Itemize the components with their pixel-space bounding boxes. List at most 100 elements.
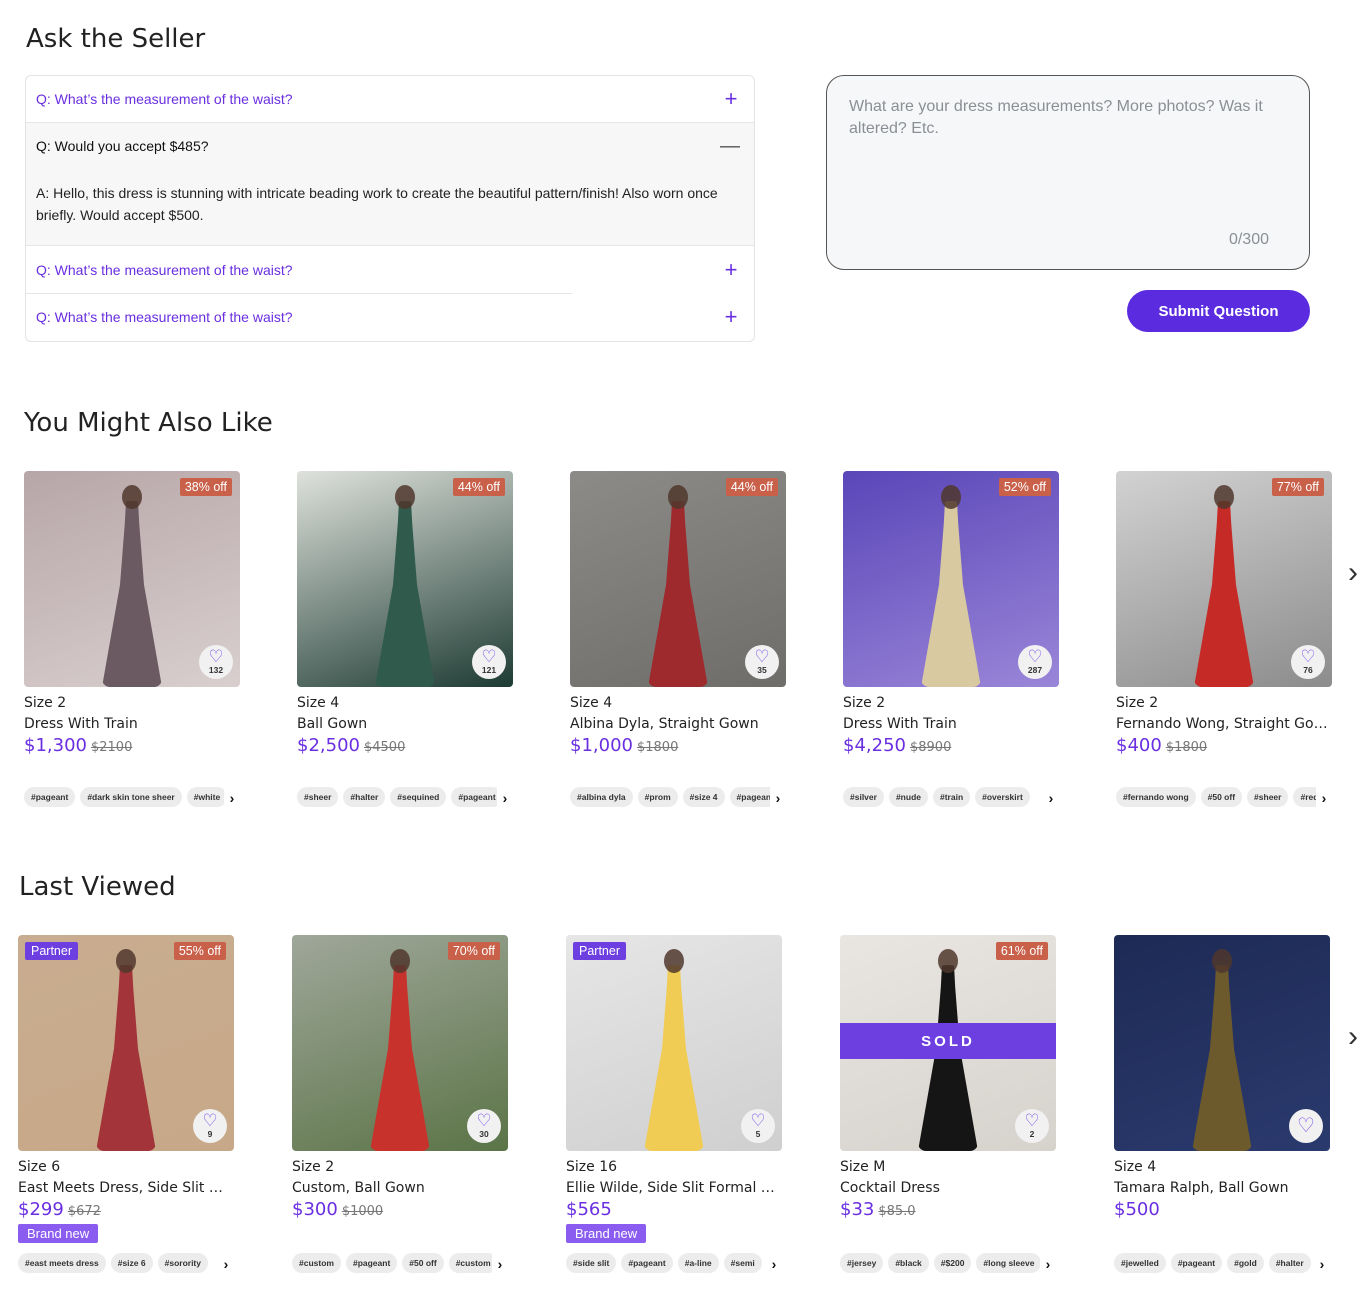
- product-image[interactable]: ♡: [1114, 935, 1330, 1151]
- product-image[interactable]: 77% off ♡ 76: [1116, 471, 1332, 687]
- chevron-right-icon[interactable]: ›: [218, 1253, 234, 1275]
- chevron-right-icon[interactable]: ›: [224, 787, 240, 809]
- tag-chip[interactable]: #jewelled: [1114, 1253, 1166, 1273]
- tag-chip[interactable]: #dark skin tone sheer: [80, 787, 182, 807]
- tag-chip[interactable]: #jersey: [840, 1253, 884, 1273]
- product-name[interactable]: Fernando Wong, Straight Go…: [1116, 716, 1328, 732]
- chevron-right-icon[interactable]: ›: [497, 787, 513, 809]
- chevron-right-icon[interactable]: ›: [1040, 1253, 1056, 1275]
- tag-chip[interactable]: #$200: [933, 1253, 972, 1273]
- product-image[interactable]: 52% off ♡ 287: [843, 471, 1059, 687]
- product-image[interactable]: 44% off ♡ 35: [570, 471, 786, 687]
- plus-icon[interactable]: +: [722, 305, 740, 327]
- qa-item[interactable]: Q: What’s the measurement of the waist? …: [26, 293, 754, 340]
- chevron-right-icon[interactable]: ›: [766, 1253, 782, 1275]
- product-card[interactable]: Partner ♡ 5 Size 16 Ellie Wilde, Side Slit F…: [566, 935, 782, 1243]
- product-image[interactable]: 44% off ♡ 121: [297, 471, 513, 687]
- qa-item-expanded[interactable]: Q: Would you accept $485? — A: Hello, th…: [26, 123, 754, 246]
- tag-chip[interactable]: #pageant: [345, 1253, 398, 1273]
- qa-item[interactable]: Q: What’s the measurement of the waist? …: [26, 246, 754, 294]
- favorite-button[interactable]: ♡ 287: [1018, 645, 1052, 679]
- tag-chip[interactable]: #train: [932, 787, 971, 807]
- product-card[interactable]: 38% off ♡ 132 Size 2 Dress With Train $1,300 $…: [24, 471, 240, 756]
- product-card[interactable]: 44% off ♡ 35 Size 4 Albina Dyla, Straight Go…: [570, 471, 786, 756]
- tag-chip[interactable]: #sheer: [1247, 787, 1289, 807]
- product-name[interactable]: Cocktail Dress: [840, 1180, 1052, 1196]
- tag-chip[interactable]: #side slit: [566, 1253, 617, 1273]
- product-name[interactable]: Albina Dyla, Straight Gown: [570, 716, 782, 732]
- tag-chip[interactable]: #semi: [723, 1253, 762, 1273]
- qa-question: Q: What’s the measurement of the waist?: [36, 308, 293, 325]
- product-name[interactable]: Tamara Ralph, Ball Gown: [1114, 1180, 1326, 1196]
- chevron-right-icon[interactable]: ›: [1314, 1253, 1330, 1275]
- tag-chip[interactable]: #nude: [888, 787, 928, 807]
- tag-chip[interactable]: #50 off: [1200, 787, 1243, 807]
- tag-chip[interactable]: #overskirt: [975, 787, 1030, 807]
- tag-chip[interactable]: #custom: [292, 1253, 341, 1273]
- tag-chip[interactable]: #size 6: [110, 1253, 153, 1273]
- tag-chip[interactable]: #sorority: [157, 1253, 208, 1273]
- plus-icon[interactable]: +: [722, 88, 740, 110]
- product-image[interactable]: Partner ♡ 5: [566, 935, 782, 1151]
- favorite-button[interactable]: ♡ 30: [467, 1109, 501, 1143]
- product-name[interactable]: Dress With Train: [843, 716, 1055, 732]
- tag-chip[interactable]: #east meets dress: [18, 1253, 106, 1273]
- chevron-right-icon[interactable]: ›: [1043, 787, 1059, 809]
- product-image[interactable]: 38% off ♡ 132: [24, 471, 240, 687]
- product-card[interactable]: ♡ Size 4 Tamara Ralph, Ball Gown $500: [1114, 935, 1330, 1220]
- product-name[interactable]: Ellie Wilde, Side Slit Formal …: [566, 1180, 778, 1196]
- product-card[interactable]: 70% off ♡ 30 Size 2 Custom, Ball Gown $300 $10…: [292, 935, 508, 1220]
- tag-chip[interactable]: #black: [888, 1253, 929, 1273]
- tag-chip[interactable]: #a-line: [677, 1253, 719, 1273]
- tag-chip[interactable]: #fernando wong: [1116, 787, 1196, 807]
- chevron-right-icon[interactable]: ›: [1348, 1020, 1358, 1054]
- chevron-right-icon[interactable]: ›: [1348, 556, 1358, 590]
- chevron-right-icon[interactable]: ›: [492, 1253, 508, 1275]
- favorite-button[interactable]: ♡: [1289, 1109, 1323, 1143]
- product-image[interactable]: 61% off SOLD ♡ 2: [840, 935, 1056, 1151]
- favorite-button[interactable]: ♡ 9: [193, 1109, 227, 1143]
- product-card[interactable]: 44% off ♡ 121 Size 4 Ball Gown $2,500 $4500: [297, 471, 513, 756]
- tag-chip[interactable]: #prom: [637, 787, 678, 807]
- tag-chip[interactable]: #pageant: [451, 787, 503, 807]
- tag-chip[interactable]: #gold: [1227, 1253, 1264, 1273]
- tag-chip[interactable]: #albina dyla: [570, 787, 633, 807]
- tag-chip[interactable]: #sheer: [297, 787, 339, 807]
- chevron-right-icon[interactable]: ›: [1316, 787, 1332, 809]
- tag-chip[interactable]: #white: [186, 787, 228, 807]
- product-card[interactable]: 61% off SOLD ♡ 2 Size M Cocktail Dress $33 $85.…: [840, 935, 1056, 1220]
- tag-chip[interactable]: #long sleeve: [976, 1253, 1042, 1273]
- tag-chip[interactable]: #size 4: [682, 787, 725, 807]
- tag-chip[interactable]: #pageant: [24, 787, 76, 807]
- chevron-right-icon[interactable]: ›: [770, 787, 786, 809]
- product-card[interactable]: Partner 55% off ♡ 9 Size 6 East Meets Dress, …: [18, 935, 234, 1243]
- favorite-button[interactable]: ♡ 35: [745, 645, 779, 679]
- product-name[interactable]: Dress With Train: [24, 716, 236, 732]
- qa-item[interactable]: Q: What’s the measurement of the waist? …: [26, 76, 754, 123]
- product-card[interactable]: 52% off ♡ 287 Size 2 Dress With Train $4,250 $…: [843, 471, 1059, 756]
- tag-chip[interactable]: #50 off: [402, 1253, 444, 1273]
- favorite-button[interactable]: ♡ 121: [472, 645, 506, 679]
- favorite-button[interactable]: ♡ 132: [199, 645, 233, 679]
- product-card[interactable]: 77% off ♡ 76 Size 2 Fernando Wong, Straight …: [1116, 471, 1332, 756]
- tag-chip[interactable]: #silver: [843, 787, 884, 807]
- product-name[interactable]: East Meets Dress, Side Slit F…: [18, 1180, 230, 1196]
- product-name[interactable]: Custom, Ball Gown: [292, 1180, 504, 1196]
- product-image[interactable]: 70% off ♡ 30: [292, 935, 508, 1151]
- favorite-button[interactable]: ♡ 76: [1291, 645, 1325, 679]
- plus-icon[interactable]: +: [722, 258, 740, 280]
- tag-chip[interactable]: #sequined: [390, 787, 447, 807]
- tag-chip[interactable]: #pageant: [621, 1253, 673, 1273]
- tag-chip[interactable]: #custom: [448, 1253, 498, 1273]
- minus-icon[interactable]: —: [720, 135, 740, 158]
- model-head: [116, 949, 136, 973]
- favorite-button[interactable]: ♡ 5: [741, 1109, 775, 1143]
- favorite-button[interactable]: ♡ 2: [1015, 1109, 1049, 1143]
- tag-chip[interactable]: #halter: [343, 787, 386, 807]
- tag-chip[interactable]: #halter: [1268, 1253, 1311, 1273]
- question-textarea[interactable]: What are your dress measurements? More p…: [826, 75, 1310, 270]
- product-name[interactable]: Ball Gown: [297, 716, 509, 732]
- tag-chip[interactable]: #pageant: [1170, 1253, 1223, 1273]
- product-image[interactable]: Partner 55% off ♡ 9: [18, 935, 234, 1151]
- submit-question-button[interactable]: Submit Question: [1127, 290, 1310, 332]
